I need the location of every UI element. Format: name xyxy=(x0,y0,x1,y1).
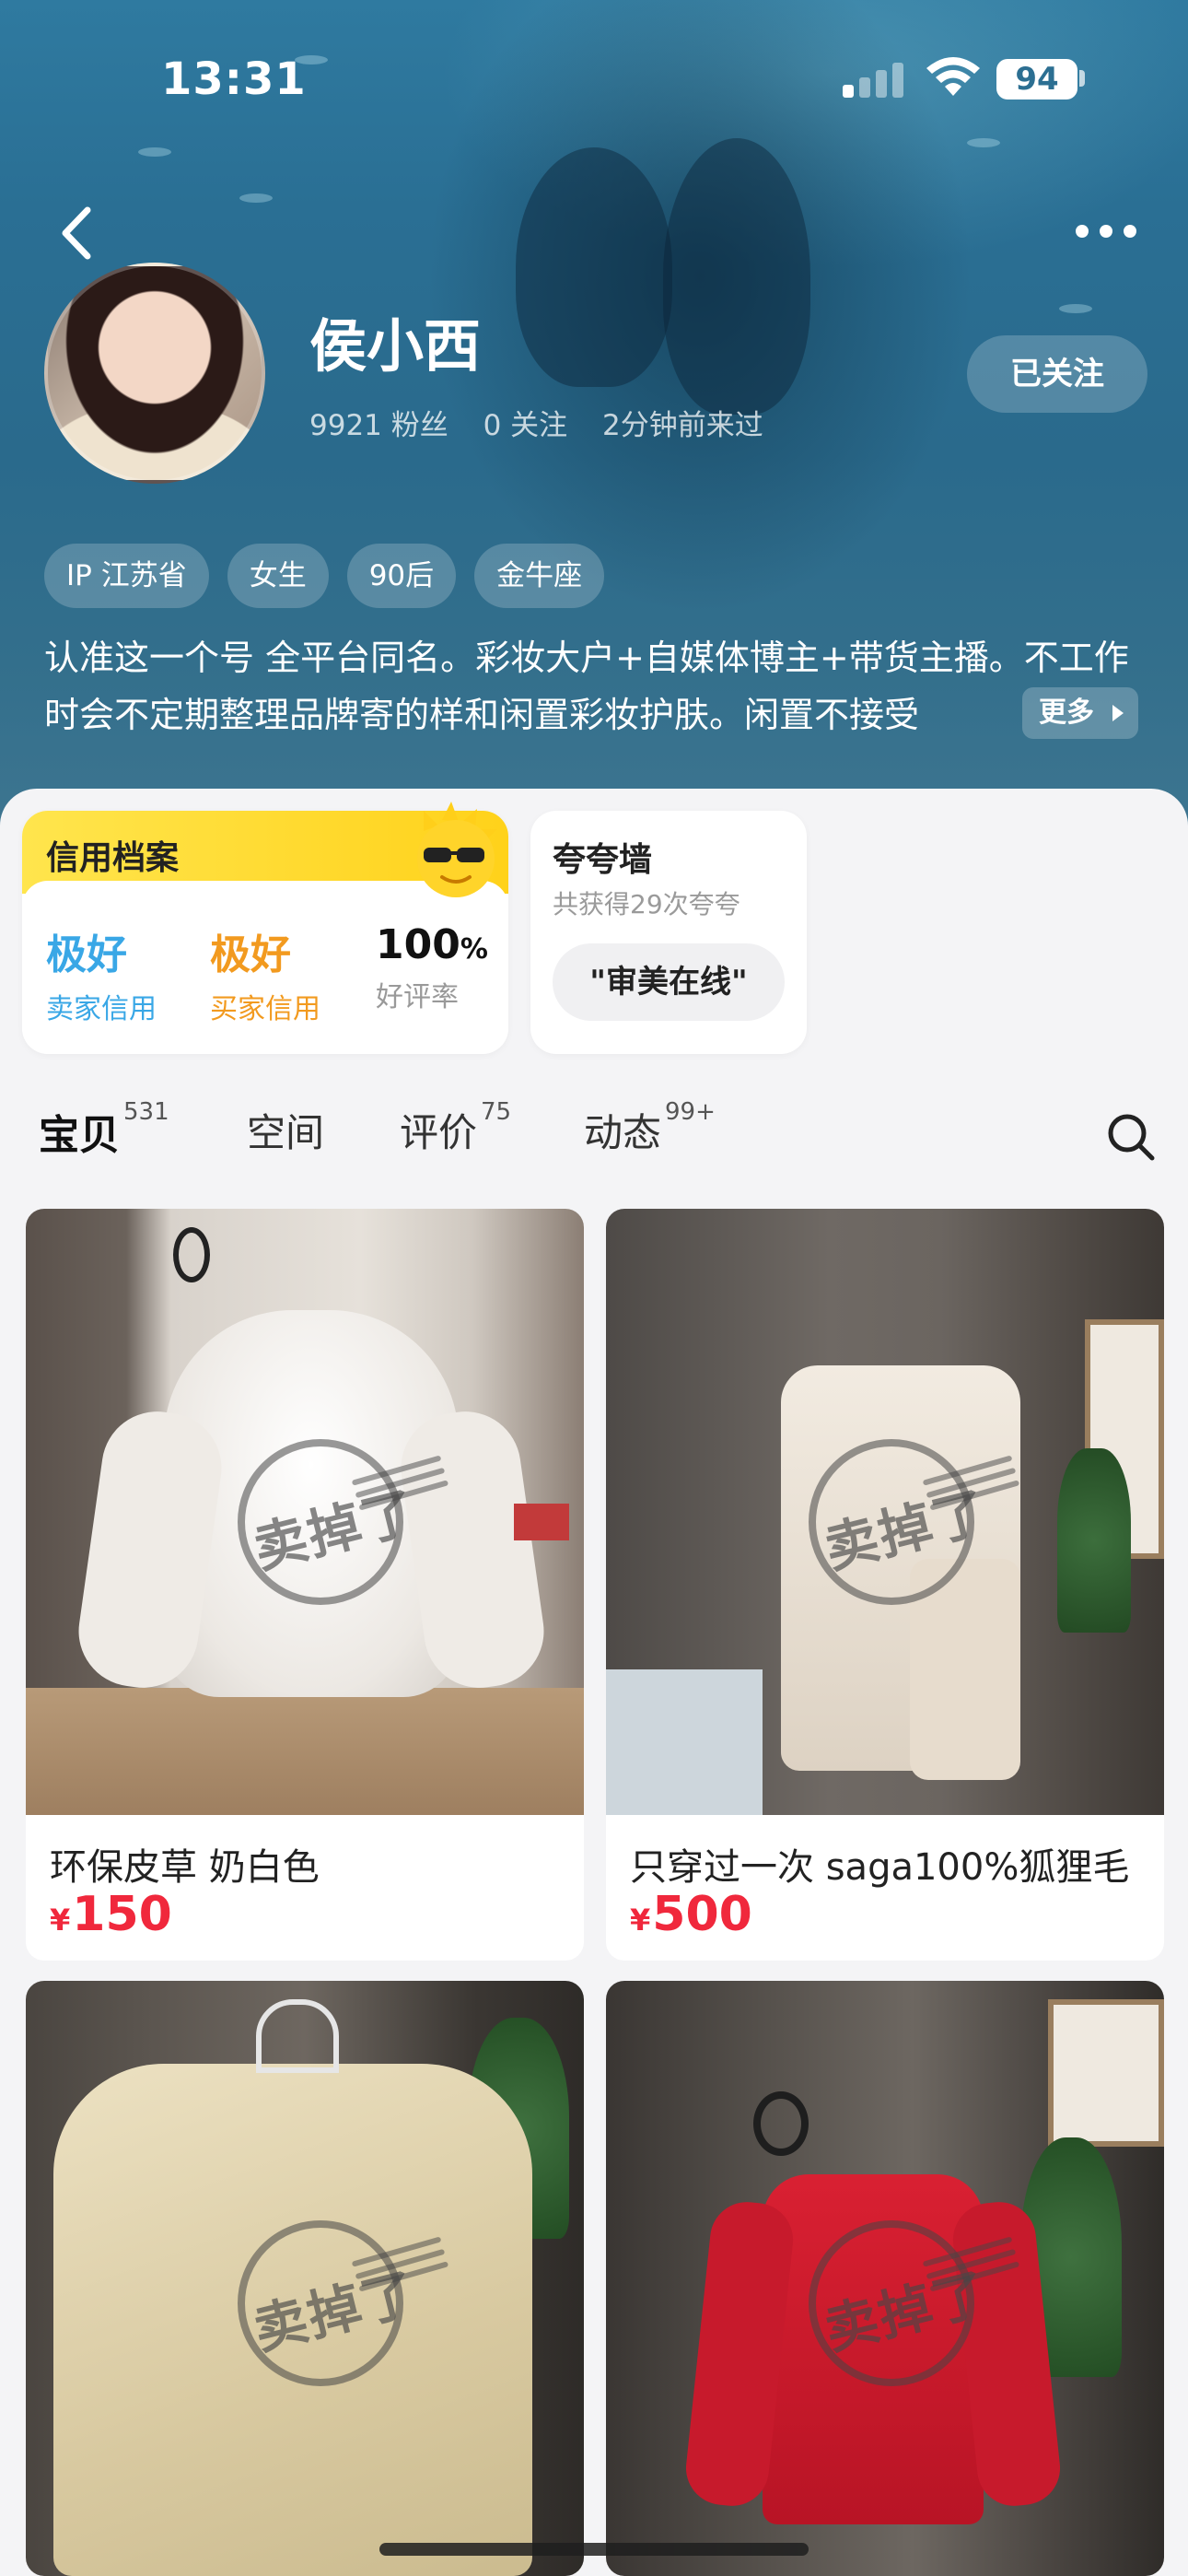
praise-title: 夸夸墙 xyxy=(553,841,653,879)
bio-more-label: 更多 xyxy=(1039,697,1094,729)
tab-activity-count: 99+ xyxy=(665,1098,716,1126)
product-price: ¥500 xyxy=(630,1887,752,1942)
profile-name: 侯小西 xyxy=(309,312,482,380)
rating-value: 100 xyxy=(376,921,460,968)
rating-unit: % xyxy=(460,933,488,966)
tag-age: 90后 xyxy=(346,544,457,608)
product-card[interactable]: 卖掉了 只穿过一次 saga100%狐狸毛 ¥500 xyxy=(606,1209,1164,1961)
buyer-credit-label: 买家信用 xyxy=(210,993,320,1025)
tab-reviews-label: 评价 xyxy=(400,1110,478,1155)
product-card[interactable]: 卖掉了 xyxy=(606,1981,1164,2576)
fans-count[interactable]: 9921 粉丝 xyxy=(309,409,448,442)
tab-space[interactable]: 空间 xyxy=(247,1102,324,1158)
search-icon[interactable] xyxy=(1105,1111,1157,1163)
rating-label: 好评率 xyxy=(376,981,459,1013)
avatar[interactable] xyxy=(44,263,265,484)
profile-tabs: 宝贝 531 空间 评价 75 动态 99+ xyxy=(37,1098,1144,1176)
sun-mascot-icon xyxy=(417,802,497,897)
battery-icon: 94 xyxy=(996,59,1077,100)
sold-out-stamp: 卖掉了 xyxy=(210,2211,449,2395)
sold-out-stamp: 卖掉了 xyxy=(210,1430,449,1614)
tab-items-label: 宝贝 xyxy=(37,1112,129,1166)
product-title: 只穿过一次 saga100%狐狸毛 xyxy=(630,1846,1130,1889)
signal-icon xyxy=(843,61,907,98)
credit-title: 信用档案 xyxy=(46,839,180,877)
seller-credit-label: 卖家信用 xyxy=(46,993,157,1025)
tab-activity[interactable]: 动态 99+ xyxy=(584,1098,716,1158)
product-card[interactable]: 卖掉了 环保皮草 奶白色 ¥150 xyxy=(26,1209,584,1961)
buyer-credit: 极好 买家信用 xyxy=(210,921,320,1026)
chevron-right-icon xyxy=(1112,705,1124,721)
praise-wall-card[interactable]: 夸夸墙 共获得29次夸夸 "审美在线" xyxy=(530,811,807,1054)
tag-ip: IP 江苏省 xyxy=(44,544,209,608)
profile-tags: IP 江苏省 女生 90后 金牛座 xyxy=(44,544,605,608)
home-indicator[interactable] xyxy=(379,2543,809,2556)
tab-items[interactable]: 宝贝 531 xyxy=(37,1098,169,1166)
seller-credit: 极好 卖家信用 xyxy=(46,921,157,1026)
last-seen: 2分钟前来过 xyxy=(602,409,763,442)
wifi-icon xyxy=(926,57,980,96)
tag-gender: 女生 xyxy=(227,544,329,608)
product-title: 环保皮草 奶白色 xyxy=(50,1846,320,1889)
tab-reviews-count: 75 xyxy=(481,1098,512,1126)
back-icon[interactable] xyxy=(51,201,106,265)
background-figure xyxy=(516,147,672,387)
more-icon[interactable] xyxy=(1076,221,1140,243)
battery-cap xyxy=(1079,70,1085,87)
sold-out-stamp: 卖掉了 xyxy=(781,2211,1020,2395)
product-image: 卖掉了 xyxy=(606,1209,1164,1815)
following-count[interactable]: 0 关注 xyxy=(483,409,568,442)
tab-space-label: 空间 xyxy=(247,1110,325,1155)
bio-more-button[interactable]: 更多 xyxy=(1022,687,1138,739)
tab-items-count: 531 xyxy=(123,1098,169,1126)
tab-reviews[interactable]: 评价 75 xyxy=(400,1098,511,1158)
status-bar: 13:31 94 xyxy=(0,0,1188,157)
product-image: 卖掉了 xyxy=(26,1981,584,2576)
praise-subtitle: 共获得29次夸夸 xyxy=(553,889,740,919)
profile-stats: 9921 粉丝 0 关注 2分钟前来过 xyxy=(309,402,789,443)
status-time: 13:31 xyxy=(161,53,307,105)
tab-activity-label: 动态 xyxy=(584,1110,662,1155)
product-image: 卖掉了 xyxy=(26,1209,584,1815)
positive-rating: 100% 好评率 xyxy=(376,921,488,1014)
tag-zodiac: 金牛座 xyxy=(474,544,605,608)
follow-button[interactable]: 已关注 xyxy=(967,335,1147,413)
seller-credit-value: 极好 xyxy=(46,931,127,978)
product-card[interactable]: 卖掉了 xyxy=(26,1981,584,2576)
profile-bio: 认准这一个号 全平台同名。彩妆大户+自媒体博主+带货主播。不工作时会不定期整理品… xyxy=(44,638,1129,735)
buyer-credit-value: 极好 xyxy=(210,931,291,978)
sold-out-stamp: 卖掉了 xyxy=(781,1430,1020,1614)
praise-pill[interactable]: "审美在线" xyxy=(553,943,785,1021)
product-price: ¥150 xyxy=(50,1887,172,1942)
background-figure xyxy=(663,138,810,415)
product-image: 卖掉了 xyxy=(606,1981,1164,2576)
